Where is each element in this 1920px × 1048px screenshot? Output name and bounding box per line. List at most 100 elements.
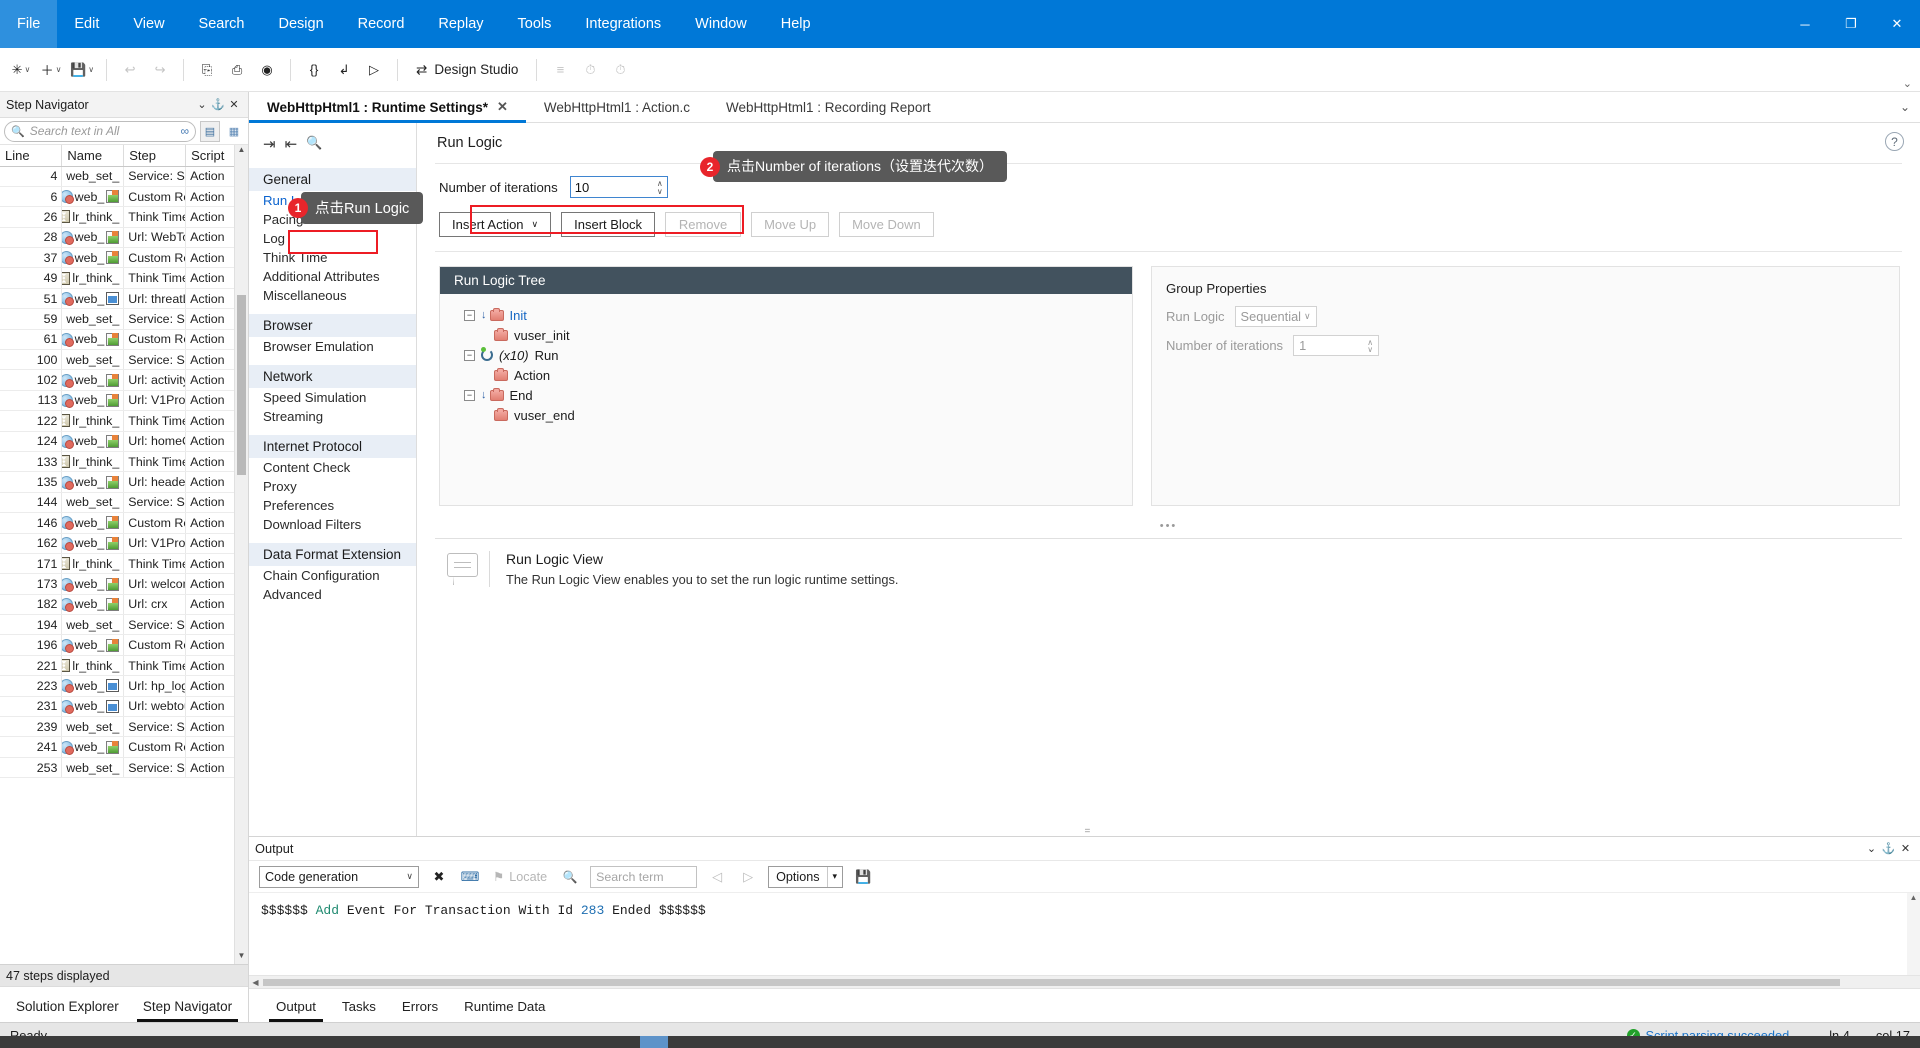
save-output-button[interactable]: 💾 xyxy=(852,866,874,888)
settings-item-speed-simulation[interactable]: Speed Simulation xyxy=(249,388,416,407)
tab-action-c[interactable]: WebHttpHtml1 : Action.c xyxy=(526,92,708,122)
tree-node[interactable]: Action xyxy=(440,365,1132,385)
menu-replay[interactable]: Replay xyxy=(421,0,500,48)
tree-node[interactable]: − (x10) Run xyxy=(440,345,1132,365)
search-input[interactable]: 🔍 Search text in All ∞ xyxy=(4,120,196,142)
step-grid-scrollbar[interactable]: ▲ ▼ xyxy=(234,145,248,964)
steps-view-button[interactable]: ↲ xyxy=(329,53,359,87)
maximize-icon[interactable]: ❐ xyxy=(1828,0,1874,48)
panel-pin-icon[interactable]: ⚓ xyxy=(210,98,226,111)
table-row[interactable]: 59web_set_Service: SetAction xyxy=(0,308,248,330)
menu-tools[interactable]: Tools xyxy=(501,0,569,48)
expander-icon[interactable]: − xyxy=(464,389,475,401)
stepper-down-icon[interactable]: ∨ xyxy=(1367,345,1373,353)
table-row[interactable]: 239web_set_Service: SetAction xyxy=(0,716,248,738)
clear-output-button[interactable]: ✖ xyxy=(428,866,450,888)
column-header-name[interactable]: Name xyxy=(61,145,125,167)
table-row[interactable]: 231web_Url: webtourAction xyxy=(0,696,248,718)
settings-item-miscellaneous[interactable]: Miscellaneous xyxy=(249,286,416,305)
table-row[interactable]: 4web_set_Service: SetAction xyxy=(0,166,248,187)
move-down-button[interactable]: Move Down xyxy=(839,212,934,237)
locate-button[interactable]: ⚑ Locate xyxy=(490,869,550,885)
table-row[interactable]: 51web_Url: threatLiAction xyxy=(0,288,248,310)
run-logic-tree[interactable]: − ↓ Init vuser_init − (x10) Run Action − ↓ End vuse… xyxy=(440,294,1132,425)
tab-runtime-settings[interactable]: WebHttpHtml1 : Runtime Settings* ✕ xyxy=(249,92,526,123)
group-iterations-stepper[interactable]: ∧ ∨ xyxy=(1367,338,1373,353)
output-horizontal-scrollbar[interactable]: ◀ xyxy=(249,975,1920,988)
table-row[interactable]: 223web_Url: hp_logoAction xyxy=(0,675,248,697)
table-row[interactable]: 37web_Custom ReqAction xyxy=(0,247,248,269)
glasses-icon[interactable]: ∞ xyxy=(180,124,189,138)
think-time-end-button[interactable]: ⏱ xyxy=(605,53,635,87)
tab-step-navigator[interactable]: Step Navigator xyxy=(131,999,244,1022)
output-resize-grip[interactable] xyxy=(1085,826,1111,837)
menu-record[interactable]: Record xyxy=(341,0,422,48)
settings-item-download-filters[interactable]: Download Filters xyxy=(249,515,416,534)
search-icon[interactable]: 🔍 xyxy=(306,135,322,153)
panel-close-icon[interactable]: ✕ xyxy=(226,98,242,111)
group-run-logic-select[interactable]: Sequential ∨ xyxy=(1234,306,1317,327)
column-header-line[interactable]: Line xyxy=(0,145,63,167)
scroll-left-icon[interactable]: ◀ xyxy=(249,978,262,987)
menu-help[interactable]: Help xyxy=(764,0,828,48)
table-row[interactable]: 6web_Custom ReqAction xyxy=(0,186,248,208)
tree-node[interactable]: − ↓ Init xyxy=(440,305,1132,325)
grid-view-toggle[interactable]: ▤ xyxy=(200,120,220,142)
expander-icon[interactable]: − xyxy=(464,309,475,321)
stepper-down-icon[interactable]: ∨ xyxy=(657,187,663,195)
group-iterations-input[interactable]: 1 ∧ ∨ xyxy=(1293,335,1380,356)
scroll-up-icon[interactable]: ▲ xyxy=(235,145,248,158)
tree-node[interactable]: vuser_init xyxy=(440,325,1132,345)
indent-button[interactable]: ≡ xyxy=(545,53,575,87)
iterations-stepper[interactable]: ∧ ∨ xyxy=(657,179,663,195)
tab-runtime-data[interactable]: Runtime Data xyxy=(451,999,558,1022)
table-row[interactable]: 124web_Url: homeClAction xyxy=(0,431,248,452)
menu-design[interactable]: Design xyxy=(262,0,341,48)
settings-item-preferences[interactable]: Preferences xyxy=(249,496,416,515)
output-search-input[interactable]: Search term xyxy=(590,865,698,888)
tree-node[interactable]: − ↓ End xyxy=(440,385,1132,405)
table-row[interactable]: 253web_set_Service: SetAction xyxy=(0,757,248,779)
menu-integrations[interactable]: Integrations xyxy=(568,0,678,48)
output-close-icon[interactable]: ✕ xyxy=(1897,842,1914,855)
settings-item-chain-configuration[interactable]: Chain Configuration xyxy=(249,566,416,585)
scrollbar-thumb[interactable] xyxy=(237,295,246,475)
settings-item-content-check[interactable]: Content Check xyxy=(249,458,416,477)
table-row[interactable]: 144web_set_Service: SetAction xyxy=(0,492,248,514)
design-studio-button[interactable]: ⇄ Design Studio xyxy=(406,53,528,87)
table-row[interactable]: 194web_set_Service: SetAction xyxy=(0,614,248,636)
menu-edit[interactable]: Edit xyxy=(57,0,116,48)
settings-item-browser-emulation[interactable]: Browser Emulation xyxy=(249,337,416,356)
output-source-select[interactable]: Code generation ∨ xyxy=(259,865,419,888)
output-menu-icon[interactable]: ⌄ xyxy=(1863,842,1880,855)
toolbar-collapse-icon[interactable]: ⌄ xyxy=(1903,77,1912,90)
table-row[interactable]: 133lr_think_Think Time -Action xyxy=(0,451,248,473)
minimize-icon[interactable]: ─ xyxy=(1782,0,1828,48)
table-row[interactable]: 146web_Custom ReqAction xyxy=(0,512,248,534)
tab-output[interactable]: Output xyxy=(263,999,329,1022)
stepper-up-icon[interactable]: ∧ xyxy=(657,179,663,187)
output-pin-icon[interactable]: ⚓ xyxy=(1880,842,1897,855)
replay-button[interactable]: ▷ xyxy=(359,53,389,87)
settings-item-advanced[interactable]: Advanced xyxy=(249,585,416,604)
find-next-button[interactable]: ▷ xyxy=(737,866,759,888)
tab-errors[interactable]: Errors xyxy=(389,999,451,1022)
undo-button[interactable]: ↩ xyxy=(115,53,145,87)
panel-menu-icon[interactable]: ⌄ xyxy=(194,98,210,111)
code-view-button[interactable]: {} xyxy=(299,53,329,87)
pane-splitter-handle[interactable]: ••• xyxy=(417,506,1920,532)
think-time-start-button[interactable]: ⏱ xyxy=(575,53,605,87)
menu-view[interactable]: View xyxy=(116,0,181,48)
scroll-up-icon[interactable]: ▲ xyxy=(1907,893,1920,906)
table-row[interactable]: 135web_Url: header.lAction xyxy=(0,471,248,493)
import-icon[interactable]: ⇤ xyxy=(285,135,298,153)
tab-recording-report[interactable]: WebHttpHtml1 : Recording Report xyxy=(708,92,949,122)
table-row[interactable]: 241web_Custom ReqAction xyxy=(0,736,248,758)
filter-toggle[interactable]: ▦ xyxy=(224,121,244,142)
record-button[interactable]: ◉ xyxy=(252,53,282,87)
settings-item-streaming[interactable]: Streaming xyxy=(249,407,416,426)
table-row[interactable]: 182 web_ Url: crx Action xyxy=(0,594,248,616)
menu-file[interactable]: File xyxy=(0,0,58,48)
find-button[interactable]: 🔍 xyxy=(559,866,581,888)
output-options-button[interactable]: Options ▾ xyxy=(768,865,844,888)
